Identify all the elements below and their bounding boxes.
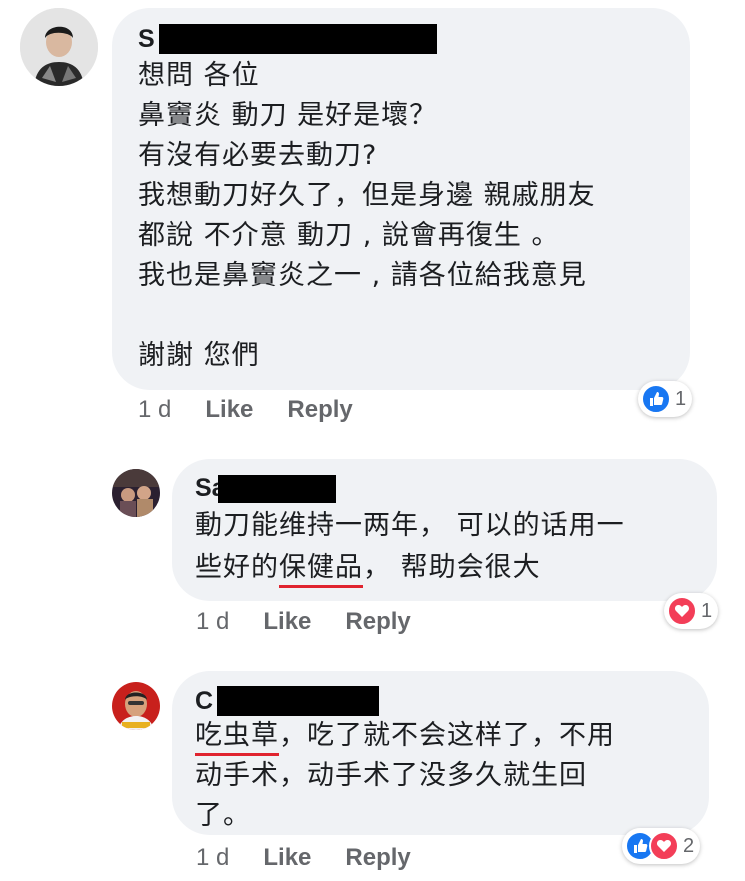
avatar[interactable] xyxy=(112,469,160,517)
avatar[interactable] xyxy=(112,682,160,730)
comment-line: 吃虫草，吃了就不会这样了，不用 xyxy=(195,716,615,756)
underlined-text: 吃虫草 xyxy=(195,720,279,756)
avatar[interactable] xyxy=(20,8,98,86)
comment-line: 動刀能维持一两年， 可以的话用一 xyxy=(195,510,625,541)
comment-line: 謝謝 您們 xyxy=(138,340,260,371)
like-reaction-icon xyxy=(641,384,671,414)
comment-line: 想問 各位 xyxy=(138,60,260,91)
comment-blank-line xyxy=(138,296,596,336)
reaction-summary[interactable]: 2 xyxy=(622,828,701,864)
comment-text: 吃虫草，吃了就不会这样了，不用 动手术，动手术了没多久就生回 了。 xyxy=(195,716,615,836)
comment-line: 有沒有必要去動刀? xyxy=(138,140,378,171)
reply-button[interactable]: Reply xyxy=(345,844,410,872)
like-button[interactable]: Like xyxy=(263,844,311,872)
author-name[interactable]: Sa xyxy=(195,474,336,503)
timestamp[interactable]: 1 d xyxy=(196,608,229,636)
reaction-count: 2 xyxy=(683,834,695,857)
author-name[interactable]: C xyxy=(195,686,380,716)
redacted-name xyxy=(158,24,437,54)
comment-line: 了。 xyxy=(195,800,251,831)
timestamp[interactable]: 1 d xyxy=(196,844,229,872)
reaction-count: 1 xyxy=(701,599,713,622)
redacted-name xyxy=(217,686,380,716)
author-initial: S xyxy=(138,24,155,53)
like-button[interactable]: Like xyxy=(205,396,253,424)
comment-line: 我也是鼻竇炎之一 , 請各位給我意見 xyxy=(138,260,587,291)
comment-text: 動刀能维持一两年， 可以的话用一 些好的保健品， 帮助会很大 xyxy=(195,505,625,589)
comment-text: 想問 各位 鼻竇炎 動刀 是好是壞？ 有沒有必要去動刀? 我想動刀好久了，但是身… xyxy=(138,56,596,376)
comment-actions: 1 d Like Reply xyxy=(196,844,445,872)
author-name[interactable]: S xyxy=(138,24,437,54)
comment-line: 我想動刀好久了，但是身邊 親戚朋友 xyxy=(138,180,596,211)
reply-button[interactable]: Reply xyxy=(287,396,352,424)
reaction-summary[interactable]: 1 xyxy=(664,593,719,629)
timestamp[interactable]: 1 d xyxy=(138,396,171,424)
comment-line: 些好的保健品， 帮助会很大 xyxy=(195,547,625,589)
comment-line: 动手术，动手术了没多久就生回 xyxy=(195,760,587,791)
comment-line: 都說 不介意 動刀 , 說會再復生 。 xyxy=(138,220,560,251)
comment-line: 鼻竇炎 動刀 是好是壞？ xyxy=(138,100,438,131)
comment-actions: 1 d Like Reply xyxy=(196,608,445,636)
comment-actions: 1 d Like Reply xyxy=(138,396,387,424)
author-initial: C xyxy=(195,686,214,715)
underlined-text: 保健品 xyxy=(279,552,363,588)
love-reaction-icon xyxy=(667,596,697,626)
redacted-name xyxy=(217,474,336,503)
avatar-photo xyxy=(112,469,160,517)
reaction-summary[interactable]: 1 xyxy=(638,381,693,417)
reaction-count: 1 xyxy=(675,387,687,410)
avatar-photo xyxy=(20,8,98,86)
avatar-photo xyxy=(112,682,160,730)
like-button[interactable]: Like xyxy=(263,608,311,636)
love-reaction-icon xyxy=(649,831,679,861)
reply-button[interactable]: Reply xyxy=(345,608,410,636)
